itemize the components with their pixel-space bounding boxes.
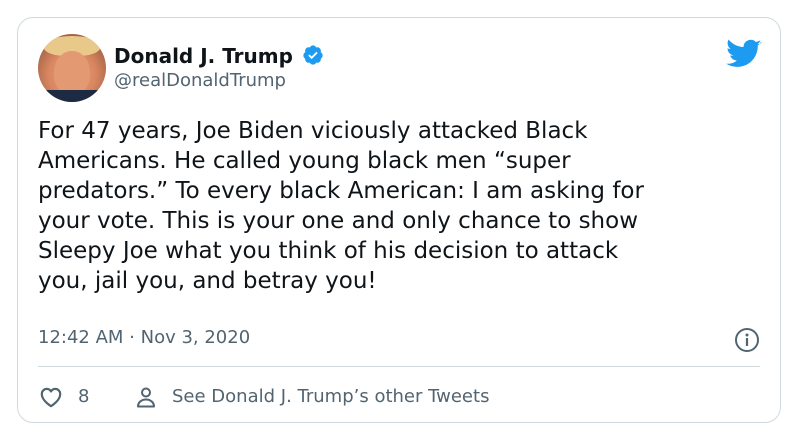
- tweet-card[interactable]: Donald J. Trump @realDonaldTrump For 47 …: [17, 17, 781, 423]
- avatar[interactable]: [38, 34, 106, 102]
- like-button[interactable]: 8: [38, 384, 89, 410]
- avatar-suit: [38, 90, 106, 102]
- divider: [38, 366, 760, 367]
- like-count: 8: [78, 386, 90, 407]
- author-name[interactable]: Donald J. Trump: [114, 44, 293, 68]
- tweet-text: For 47 years, Joe Biden viciously attack…: [38, 118, 644, 294]
- see-other-tweets-link[interactable]: See Donald J. Trump’s other Tweets: [134, 384, 489, 410]
- author-handle[interactable]: @realDonaldTrump: [114, 70, 286, 92]
- avatar-face: [54, 51, 90, 95]
- see-other-tweets-label: See Donald J. Trump’s other Tweets: [172, 386, 490, 407]
- info-icon[interactable]: [734, 327, 760, 353]
- verified-badge-icon: [303, 45, 323, 65]
- twitter-bird-icon[interactable]: [726, 38, 762, 68]
- person-icon: [137, 387, 155, 408]
- heart-icon: [40, 387, 62, 408]
- tweet-timestamp[interactable]: 12:42 AM · Nov 3, 2020: [38, 327, 250, 349]
